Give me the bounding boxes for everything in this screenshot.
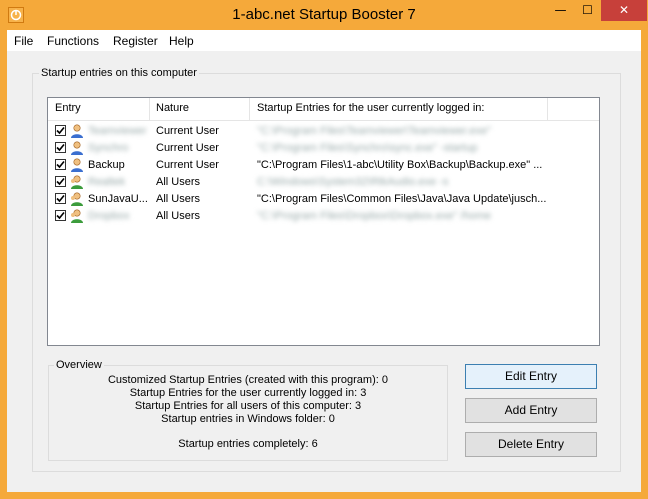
entry-name: Backup bbox=[88, 159, 125, 171]
table-row[interactable]: Synchro Current User "C:\Program Files\Syn… bbox=[48, 140, 599, 157]
overview-total: Startup entries completely: 6 bbox=[178, 438, 318, 450]
menu-file[interactable]: File bbox=[14, 34, 33, 48]
entry-name: Teamviewer bbox=[88, 125, 147, 137]
entry-path: "C:\Program Files\Synchro\sync.exe" -sta… bbox=[257, 142, 478, 154]
client-area: Startup entries on this computer Entry N… bbox=[7, 51, 641, 492]
entry-path: "C:\Program Files\Teamviewer\Teamviewer.… bbox=[257, 125, 491, 137]
maximize-button[interactable]: ☐ bbox=[574, 0, 601, 21]
minimize-button[interactable]: — bbox=[547, 0, 574, 21]
entry-nature: Current User bbox=[156, 125, 219, 137]
user-icon bbox=[69, 140, 85, 156]
column-divider[interactable] bbox=[249, 98, 250, 120]
entry-nature: Current User bbox=[156, 159, 219, 171]
entry-checkbox[interactable] bbox=[55, 125, 66, 136]
menu-functions[interactable]: Functions bbox=[47, 34, 99, 48]
entry-checkbox[interactable] bbox=[55, 210, 66, 221]
menu-bar: File Functions Register Help bbox=[7, 30, 641, 51]
table-row[interactable]: Teamviewer Current User "C:\Program Files\… bbox=[48, 123, 599, 140]
entry-name: Synchro bbox=[88, 142, 129, 154]
entry-checkbox[interactable] bbox=[55, 193, 66, 204]
overview-label: Overview bbox=[54, 359, 104, 371]
all-users-icon bbox=[69, 174, 85, 190]
overview-customized: Customized Startup Entries (created with… bbox=[107, 374, 388, 386]
edit-entry-button[interactable]: Edit Entry bbox=[465, 364, 597, 389]
table-row[interactable]: Realtek All Users C:\Windows\System32\RtkA… bbox=[48, 174, 599, 191]
column-path[interactable]: Startup Entries for the user currently l… bbox=[257, 102, 484, 114]
entry-path: C:\Windows\System32\RtkAudio.exe -s bbox=[257, 176, 449, 188]
user-icon bbox=[69, 157, 85, 173]
column-divider[interactable] bbox=[547, 98, 548, 120]
add-entry-button[interactable]: Add Entry bbox=[465, 398, 597, 423]
startup-entries-label: Startup entries on this computer bbox=[39, 67, 199, 79]
table-row[interactable]: Backup Current User "C:\Program Files\1-ab… bbox=[48, 157, 599, 174]
entry-name: SunJavaU... bbox=[88, 193, 148, 205]
entry-checkbox[interactable] bbox=[55, 142, 66, 153]
menu-register[interactable]: Register bbox=[113, 34, 158, 48]
entry-name: Realtek bbox=[88, 176, 126, 188]
column-nature[interactable]: Nature bbox=[156, 102, 189, 114]
entry-nature: All Users bbox=[156, 193, 201, 205]
close-button[interactable]: ✕ bbox=[601, 0, 647, 21]
startup-entries-list[interactable]: Entry Nature Startup Entries for the use… bbox=[47, 97, 600, 346]
list-header: Entry Nature Startup Entries for the use… bbox=[48, 98, 599, 121]
title-bar[interactable]: 1-abc.net Startup Booster 7 — ☐ ✕ bbox=[0, 0, 648, 30]
column-divider[interactable] bbox=[149, 98, 150, 120]
entry-nature: All Users bbox=[156, 176, 201, 188]
overview-all-users: Startup Entries for all users of this co… bbox=[134, 400, 362, 412]
app-window: 1-abc.net Startup Booster 7 — ☐ ✕ File F… bbox=[0, 0, 648, 499]
entry-path: "C:\Program Files\Dropbox\Dropbox.exe" /… bbox=[257, 210, 492, 222]
entry-nature: Current User bbox=[156, 142, 219, 154]
entry-path: "C:\Program Files\1-abc\Utility Box\Back… bbox=[257, 159, 543, 171]
table-row[interactable]: Dropbox All Users "C:\Program Files\Dropbo… bbox=[48, 208, 599, 225]
table-row[interactable]: SunJavaU... All Users "C:\Program Files\Co… bbox=[48, 191, 599, 208]
user-icon bbox=[69, 123, 85, 139]
column-entry[interactable]: Entry bbox=[55, 102, 81, 114]
entry-path: "C:\Program Files\Common Files\Java\Java… bbox=[257, 193, 547, 205]
entry-checkbox[interactable] bbox=[55, 176, 66, 187]
delete-entry-button[interactable]: Delete Entry bbox=[465, 432, 597, 457]
entry-name: Dropbox bbox=[88, 210, 130, 222]
menu-help[interactable]: Help bbox=[169, 34, 194, 48]
all-users-icon bbox=[69, 208, 85, 224]
overview-current-user: Startup Entries for the user currently l… bbox=[129, 387, 367, 399]
entry-nature: All Users bbox=[156, 210, 201, 222]
entry-checkbox[interactable] bbox=[55, 159, 66, 170]
overview-windows-folder: Startup entries in Windows folder: 0 bbox=[161, 413, 335, 425]
all-users-icon bbox=[69, 191, 85, 207]
